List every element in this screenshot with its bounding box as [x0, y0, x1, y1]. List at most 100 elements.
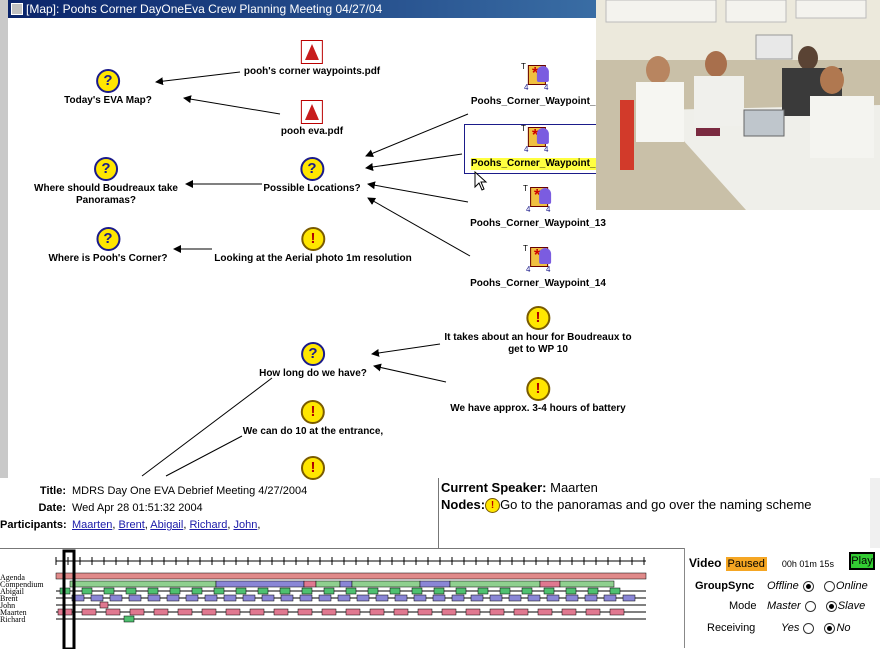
brent-activity [356, 594, 370, 602]
abigail-activity [367, 587, 379, 595]
pdf-icon [301, 40, 323, 64]
no-label: No [836, 622, 851, 634]
groupsync-label: GroupSync [695, 580, 755, 592]
link-wp13-possible [367, 181, 469, 203]
brent-activity [603, 594, 617, 602]
exclamation-icon: ! [525, 377, 550, 401]
online-radio[interactable] [823, 580, 835, 592]
title-bar[interactable]: [Map]: Poohs Corner DayOneEva Crew Plann… [8, 0, 604, 18]
participant-link[interactable]: Brent [118, 519, 144, 531]
participants-label: Participants: [0, 519, 67, 531]
maarten-activity [273, 608, 289, 616]
node-waypoint-13[interactable]: T 44 Poohs_Corner_Waypoint_13 [470, 184, 606, 230]
node-pooh-waypoints-pdf[interactable]: pooh's corner waypoints.pdf [244, 40, 380, 78]
maarten-activity [585, 608, 601, 616]
participant-link[interactable]: Maarten [72, 519, 112, 531]
current-node-text[interactable]: Go to the panoramas and go over the nami… [500, 497, 811, 512]
node-entrance[interactable]: ! We can do 10 at the entrance, [243, 400, 383, 438]
node-waypoint-14[interactable]: T 44 Poohs_Corner_Waypoint_14 [470, 244, 606, 290]
abigail-activity [543, 587, 555, 595]
exclamation-icon: ! [300, 400, 325, 424]
exclamation-icon: ! [526, 306, 550, 330]
participant-link[interactable]: Abigail [150, 519, 183, 531]
link-hour-howlong [371, 343, 441, 357]
node-where-is-pooh[interactable]: ? Where is Pooh's Corner? [48, 227, 168, 265]
link-entrance-down [165, 435, 243, 477]
abigail-activity [213, 587, 225, 595]
current-speaker-label: Current Speaker: [441, 480, 547, 495]
nodes-label: Nodes: [441, 497, 486, 512]
compendium-segment [303, 580, 317, 588]
node-todays-eva-map[interactable]: ? Today's EVA Map? [64, 69, 152, 107]
node-how-long[interactable]: ? How long do we have? [259, 342, 367, 380]
timeline-chart[interactable]: AgendaCompendiumAbigailBrentJohnMaartenR… [0, 549, 684, 651]
maarten-activity [609, 608, 625, 616]
groupsync-row: GroupSync [695, 580, 754, 592]
brent-activity [185, 594, 199, 602]
map-window-icon[interactable] [11, 3, 23, 15]
abigail-activity [609, 587, 621, 595]
node-label: We have approx. 3-4 hours of battery [450, 403, 626, 414]
meeting-title: MDRS Day One EVA Debrief Meeting 4/27/20… [72, 485, 308, 497]
master-radio[interactable] [804, 600, 816, 612]
slave-radio[interactable] [825, 600, 837, 612]
offline-label: Offline [767, 580, 799, 592]
reference-node-icon: T 44 [521, 62, 551, 94]
abigail-activity [147, 587, 159, 595]
compendium-segment [449, 580, 541, 588]
compendium-segment [419, 580, 451, 588]
video-feed [596, 0, 880, 210]
yes-label: Yes [781, 622, 800, 634]
maarten-activity [489, 608, 505, 616]
mode-label: Mode [729, 600, 757, 612]
timeline-row-label: Richard [0, 615, 25, 624]
link-wp1-possible [365, 113, 469, 158]
exclamation-icon: ! [485, 498, 501, 514]
node-hour-to-wp10[interactable]: ! It takes about an hour for Boudreaux t… [444, 306, 632, 356]
brent-activity [166, 594, 180, 602]
node-waypoint-selected[interactable]: T 44 Poohs_Corner_Waypoint_1 [470, 124, 602, 170]
offline-radio[interactable] [802, 580, 814, 592]
receiving-label: Receiving [707, 622, 756, 634]
participant-link[interactable]: Richard [189, 519, 227, 531]
brent-activity [451, 594, 465, 602]
brent-activity [261, 594, 275, 602]
play-button[interactable]: Play [849, 552, 875, 570]
slave-label: Slave [837, 600, 866, 612]
no-radio[interactable] [824, 622, 836, 634]
node-pooh-eva-pdf[interactable]: pooh eva.pdf [281, 100, 343, 138]
abigail-activity [301, 587, 313, 595]
abigail-activity [103, 587, 115, 595]
maarten-activity [561, 608, 577, 616]
node-label: Looking at the Aerial photo 1m resolutio… [214, 253, 412, 264]
vertical-scrollbar[interactable] [870, 478, 880, 548]
yes-radio[interactable] [803, 622, 815, 634]
node-label: We can do 10 at the entrance, [242, 426, 384, 437]
node-possible-locations[interactable]: ? Possible Locations? [263, 157, 361, 195]
node-battery[interactable]: ! We have approx. 3-4 hours of battery [450, 377, 626, 415]
participants-list: Maarten, Brent, Abigail, Richard, John, [72, 519, 261, 531]
master-label: Master [767, 600, 801, 612]
compendium-segment [69, 580, 217, 588]
john-activity [99, 601, 109, 609]
map-window: [Map]: Poohs Corner DayOneEva Crew Plann… [0, 0, 632, 480]
brent-activity [394, 594, 408, 602]
node-boudreaux-panoramas[interactable]: ? Where should Boudreaux take Panoramas? [34, 157, 178, 207]
exclamation-icon: ! [301, 456, 325, 480]
abigail-activity [411, 587, 423, 595]
node-label: It takes about an hour for Boudreaux to [444, 332, 632, 343]
brent-activity [147, 594, 161, 602]
participant-link[interactable]: John [233, 519, 257, 531]
node-label: Poohs_Corner_Waypoint_13 [470, 218, 606, 229]
video-status-badge: Paused [725, 557, 767, 571]
abigail-activity [81, 587, 93, 595]
timeline-panel[interactable]: Agenda Compendium Abigail Brent John Maarten R… [0, 548, 684, 651]
abigail-activity [323, 587, 335, 595]
node-waypoint-1[interactable]: T 44 Poohs_Corner_Waypoint_1 [471, 62, 601, 108]
maarten-activity [393, 608, 409, 616]
brent-activity [337, 594, 351, 602]
playback-controls: Video Paused 00h 01m 15s Play GroupSync … [684, 548, 880, 648]
node-aerial-photo[interactable]: ! Looking at the Aerial photo 1m resolut… [214, 227, 412, 265]
node-label: How long do we have? [259, 368, 367, 379]
meeting-info-panel: Title: MDRS Day One EVA Debrief Meeting … [0, 478, 438, 548]
